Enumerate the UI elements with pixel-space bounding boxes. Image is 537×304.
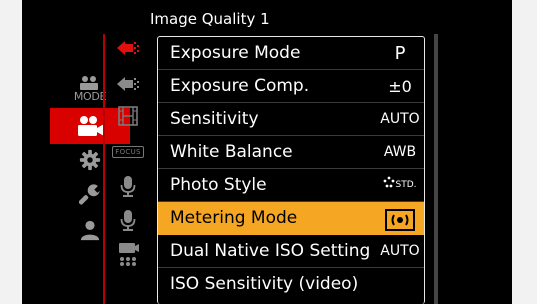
- gear-icon: [79, 149, 101, 171]
- camera-menu-screen: Image Quality 1 MODE FOCUS Exposure Mode…: [22, 0, 512, 304]
- menu-item-label: Photo Style: [170, 175, 267, 195]
- photo-style-std-icon: [384, 176, 395, 187]
- menu-item-exposure-mode[interactable]: Exposure Mode P: [158, 37, 424, 70]
- mode-icon: [80, 75, 98, 90]
- menu-item-label: Metering Mode: [170, 208, 298, 228]
- menu-list: Exposure Mode P Exposure Comp. ±0 Sensit…: [157, 36, 425, 304]
- menu-item-iso-sensitivity-video[interactable]: ISO Sensitivity (video): [158, 268, 424, 301]
- sub-tab-image-quality[interactable]: [106, 32, 150, 64]
- microphone-icon: [120, 210, 136, 231]
- menu-item-value: STD.: [378, 169, 422, 202]
- menu-item-value: AWB: [383, 144, 417, 160]
- menu-item-label: Sensitivity: [170, 109, 259, 129]
- menu-item-value: AUTO: [380, 243, 420, 259]
- sub-tab-image-format[interactable]: [106, 68, 150, 100]
- image-quality-tab-icon: [117, 41, 139, 55]
- left-margin: [0, 0, 22, 304]
- menu-item-value: P: [394, 43, 406, 64]
- sub-tab-audio-1[interactable]: [106, 170, 150, 202]
- menu-item-dual-native-iso[interactable]: Dual Native ISO Setting AUTO: [158, 235, 424, 268]
- video-camera-icon: [78, 116, 104, 136]
- menu-item-metering-mode[interactable]: Metering Mode: [158, 202, 424, 235]
- menu-item-label: Exposure Comp.: [170, 76, 310, 96]
- menu-item-photo-style[interactable]: Photo Style STD.: [158, 169, 424, 202]
- photo-style-value: STD.: [395, 180, 417, 190]
- menu-item-value: AUTO: [380, 111, 420, 127]
- image-format-tab-icon: [117, 77, 139, 91]
- person-icon: [80, 220, 100, 241]
- menu-item-label: Dual Native ISO Setting: [170, 241, 371, 261]
- menu-item-label: Exposure Mode: [170, 43, 301, 63]
- menu-item-white-balance[interactable]: White Balance AWB: [158, 136, 424, 169]
- menu-item-label: White Balance: [170, 142, 293, 162]
- menu-item-value: ±0: [388, 77, 412, 96]
- right-margin: [512, 0, 537, 304]
- sub-tab-focus[interactable]: FOCUS: [106, 136, 150, 168]
- camera-tripod-icon: [119, 243, 139, 266]
- scrollbar[interactable]: [434, 34, 438, 304]
- menu-item-value: [378, 202, 422, 235]
- mode-label: MODE: [73, 89, 107, 103]
- active-column-divider: [103, 34, 105, 304]
- menu-item-exposure-comp[interactable]: Exposure Comp. ±0: [158, 70, 424, 103]
- film-strip-icon: [118, 106, 138, 126]
- metering-multiple-icon: [385, 208, 415, 231]
- wrench-icon: [79, 184, 101, 205]
- page-title: Image Quality 1: [150, 10, 270, 28]
- focus-tab-icon: FOCUS: [112, 146, 144, 158]
- sub-tab-audio-2[interactable]: [106, 204, 150, 236]
- menu-item-sensitivity[interactable]: Sensitivity AUTO: [158, 103, 424, 136]
- menu-item-label: ISO Sensitivity (video): [170, 274, 359, 294]
- microphone-icon: [120, 176, 136, 197]
- sub-tab-film[interactable]: [106, 100, 150, 132]
- sub-tab-other[interactable]: [106, 238, 150, 270]
